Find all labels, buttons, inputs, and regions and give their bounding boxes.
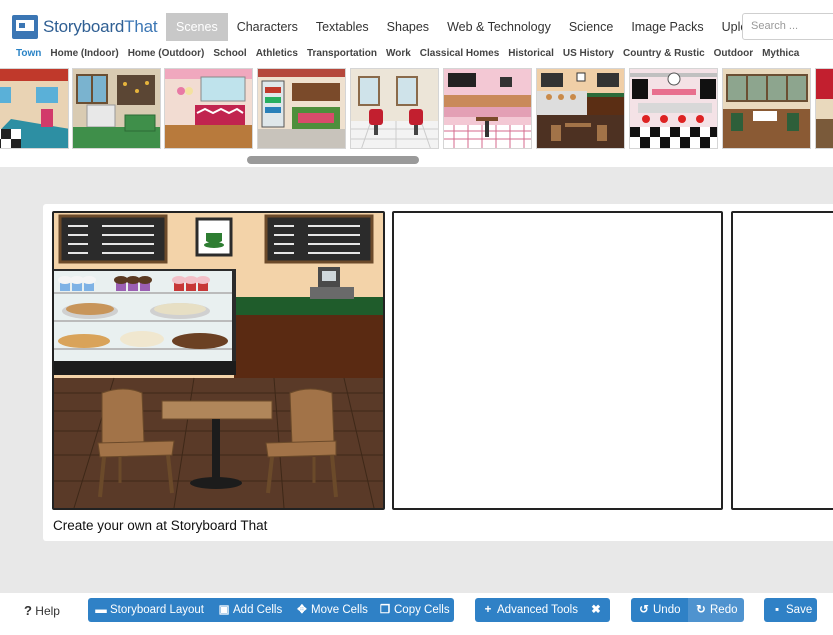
expand-icon: ✖: [591, 604, 601, 616]
scene-thumbnail[interactable]: [629, 68, 718, 149]
category-work[interactable]: Work: [386, 48, 411, 59]
scene-thumbnail[interactable]: [72, 68, 161, 149]
tab-textables[interactable]: Textables: [307, 13, 378, 41]
category-country-rustic[interactable]: Country & Rustic: [623, 48, 705, 59]
scene-thumbnail-strip: [0, 68, 833, 150]
scene-thumbnail[interactable]: [0, 68, 69, 149]
scene-category-bar: Town Home (Indoor) Home (Outdoor) School…: [0, 43, 833, 63]
category-home-outdoor[interactable]: Home (Outdoor): [128, 48, 205, 59]
scene-thumbnail[interactable]: [536, 68, 625, 149]
storyboard-layout-button[interactable]: ▬ Storyboard Layout: [88, 598, 212, 622]
tab-web-technology[interactable]: Web & Technology: [438, 13, 560, 41]
copy-icon: ❐: [379, 604, 391, 616]
redo-icon: ↻: [696, 604, 706, 616]
category-transportation[interactable]: Transportation: [307, 48, 377, 59]
storyboard-credit: Create your own at Storyboard That: [53, 518, 268, 533]
save-button[interactable]: ▪ Save: [764, 598, 817, 622]
help-label: Help: [35, 604, 60, 618]
add-cells-button[interactable]: ▣ Add Cells: [211, 598, 291, 622]
scene-thumbnail[interactable]: [722, 68, 811, 149]
storyboard-cell-1[interactable]: [52, 211, 385, 510]
storyboard-cell-3[interactable]: [731, 211, 833, 510]
add-cells-icon: ▣: [218, 604, 230, 616]
tab-shapes[interactable]: Shapes: [378, 13, 438, 41]
tab-image-packs[interactable]: Image Packs: [622, 13, 712, 41]
undo-icon: ↺: [639, 604, 649, 616]
tab-scenes[interactable]: Scenes: [166, 13, 228, 41]
storyboard-cell-2[interactable]: [392, 211, 723, 510]
scene-thumbnail[interactable]: [350, 68, 439, 149]
tab-characters[interactable]: Characters: [228, 13, 307, 41]
scene-thumbnail[interactable]: [815, 68, 833, 149]
category-school[interactable]: School: [213, 48, 246, 59]
thumbnail-scrollbar-handle[interactable]: [247, 156, 419, 164]
category-historical[interactable]: Historical: [508, 48, 554, 59]
move-icon: ✥: [297, 604, 307, 616]
category-athletics[interactable]: Athletics: [256, 48, 298, 59]
logo-icon: [12, 15, 38, 39]
search-input[interactable]: Search ...: [742, 13, 833, 40]
category-outdoor[interactable]: Outdoor: [714, 48, 753, 59]
plus-icon: +: [484, 604, 492, 616]
category-us-history[interactable]: US History: [563, 48, 614, 59]
bakery-scene-image: [54, 213, 383, 508]
tab-science[interactable]: Science: [560, 13, 622, 41]
advanced-tools-button[interactable]: + Advanced Tools: [475, 598, 586, 622]
redo-button[interactable]: ↻ Redo: [688, 598, 744, 622]
logo-text: StoryboardThat: [43, 17, 158, 36]
library-tabs: Scenes Characters Textables Shapes Web &…: [166, 13, 770, 41]
scene-thumbnail[interactable]: [257, 68, 346, 149]
scene-thumbnail[interactable]: [164, 68, 253, 149]
category-classical-homes[interactable]: Classical Homes: [420, 48, 500, 59]
undo-button[interactable]: ↺ Undo: [631, 598, 689, 622]
category-town[interactable]: Town: [16, 48, 41, 59]
scene-thumbnail[interactable]: [443, 68, 532, 149]
move-cells-button[interactable]: ✥ Move Cells: [289, 598, 376, 622]
help-icon: ?: [24, 603, 32, 618]
storyboard-that-logo[interactable]: StoryboardThat: [12, 13, 158, 41]
layout-icon: ▬: [95, 604, 107, 616]
copy-cells-button[interactable]: ❐ Copy Cells: [372, 598, 454, 622]
help-link[interactable]: ? Help: [24, 603, 60, 618]
category-home-indoor[interactable]: Home (Indoor): [50, 48, 118, 59]
category-mythical[interactable]: Mythica: [762, 48, 799, 59]
top-navigation: StoryboardThat Scenes Characters Textabl…: [0, 0, 833, 42]
fullscreen-button[interactable]: ✖: [584, 598, 610, 622]
save-icon: ▪: [774, 604, 780, 616]
